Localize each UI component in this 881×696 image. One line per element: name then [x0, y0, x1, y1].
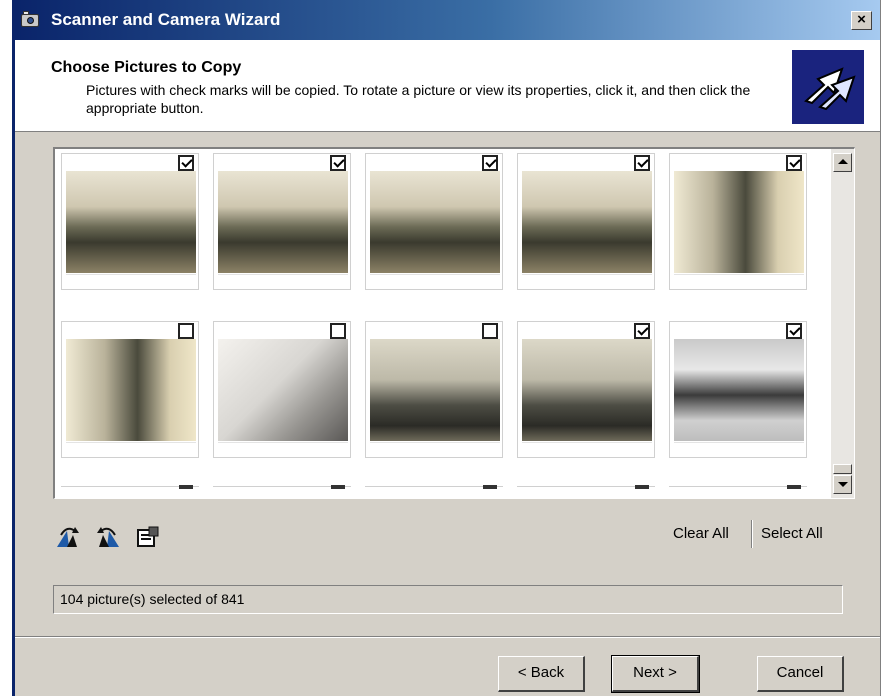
rotate-counterclockwise-icon[interactable]	[95, 525, 121, 549]
title-bar: Scanner and Camera Wizard ×	[15, 0, 880, 40]
thumbnail-caption	[522, 274, 652, 286]
scroll-up-button[interactable]	[833, 153, 852, 172]
thumbnail-item[interactable]	[669, 153, 807, 290]
partial-thumbnail	[517, 485, 655, 496]
thumbnail-caption	[522, 442, 652, 454]
partial-thumbnail	[213, 485, 351, 496]
thumbnail-item[interactable]	[517, 321, 655, 458]
thumbnail-photo[interactable]	[674, 171, 804, 273]
thumbnail-photo[interactable]	[218, 339, 348, 441]
thumbnail-item[interactable]	[517, 153, 655, 290]
close-button[interactable]: ×	[851, 11, 872, 30]
thumbnail-photo[interactable]	[66, 171, 196, 273]
rotate-clockwise-icon[interactable]	[55, 525, 81, 549]
thumbnail-caption	[370, 442, 500, 454]
camera-icon	[21, 11, 43, 29]
vertical-scrollbar[interactable]	[831, 149, 854, 498]
partial-thumbnail	[669, 485, 807, 496]
wizard-logo-icon	[792, 50, 864, 124]
thumbnail-caption	[218, 274, 348, 286]
thumbnail-item[interactable]	[669, 321, 807, 458]
thumbnail-item[interactable]	[61, 153, 199, 290]
scroll-down-button[interactable]	[833, 475, 852, 494]
thumbnail-caption	[218, 442, 348, 454]
wizard-header: Choose Pictures to Copy Pictures with ch…	[15, 40, 880, 132]
cancel-button[interactable]: Cancel	[757, 656, 844, 692]
arrow-down-icon	[838, 482, 848, 487]
thumbnail-photo[interactable]	[522, 171, 652, 273]
checked-checkbox[interactable]	[330, 155, 346, 171]
toolbar-separator	[751, 520, 753, 548]
select-all-button[interactable]: Select All	[761, 525, 823, 542]
arrow-up-icon	[838, 159, 848, 164]
thumbnail-photo[interactable]	[66, 339, 196, 441]
partial-thumbnail	[365, 485, 503, 496]
thumbnail-caption	[370, 274, 500, 286]
properties-icon[interactable]	[135, 525, 161, 549]
checked-checkbox[interactable]	[178, 155, 194, 171]
next-button[interactable]: Next >	[611, 655, 700, 693]
thumbnail-photo[interactable]	[674, 339, 804, 441]
wizard-window: Scanner and Camera Wizard × Choose Pictu…	[12, 0, 881, 696]
thumbnail-caption	[674, 274, 804, 286]
thumbnail-list[interactable]	[53, 147, 855, 499]
thumbnail-photo[interactable]	[522, 339, 652, 441]
thumbnail-caption	[66, 442, 196, 454]
thumbnail-photo[interactable]	[218, 171, 348, 273]
thumbnail-caption	[66, 274, 196, 286]
picture-toolbar	[55, 525, 161, 549]
thumbnail-caption	[674, 442, 804, 454]
page-description: Pictures with check marks will be copied…	[86, 82, 751, 116]
checked-checkbox[interactable]	[634, 155, 650, 171]
window-title: Scanner and Camera Wizard	[51, 10, 281, 29]
page-title: Choose Pictures to Copy	[51, 59, 242, 76]
selection-status: 104 picture(s) selected of 841	[53, 585, 843, 614]
button-divider	[15, 636, 880, 638]
thumbnail-photo[interactable]	[370, 171, 500, 273]
thumbnail-item[interactable]	[213, 153, 351, 290]
unchecked-checkbox[interactable]	[482, 323, 498, 339]
checked-checkbox[interactable]	[482, 155, 498, 171]
thumbnail-item[interactable]	[213, 321, 351, 458]
scroll-thumb[interactable]	[833, 464, 852, 474]
checked-checkbox[interactable]	[786, 155, 802, 171]
thumbnail-item[interactable]	[61, 321, 199, 458]
unchecked-checkbox[interactable]	[330, 323, 346, 339]
checked-checkbox[interactable]	[786, 323, 802, 339]
checked-checkbox[interactable]	[634, 323, 650, 339]
partial-thumbnail	[61, 485, 199, 496]
thumbnail-item[interactable]	[365, 321, 503, 458]
clear-all-button[interactable]: Clear All	[673, 525, 729, 542]
thumbnail-item[interactable]	[365, 153, 503, 290]
back-button[interactable]: < Back	[498, 656, 585, 692]
thumbnail-photo[interactable]	[370, 339, 500, 441]
unchecked-checkbox[interactable]	[178, 323, 194, 339]
